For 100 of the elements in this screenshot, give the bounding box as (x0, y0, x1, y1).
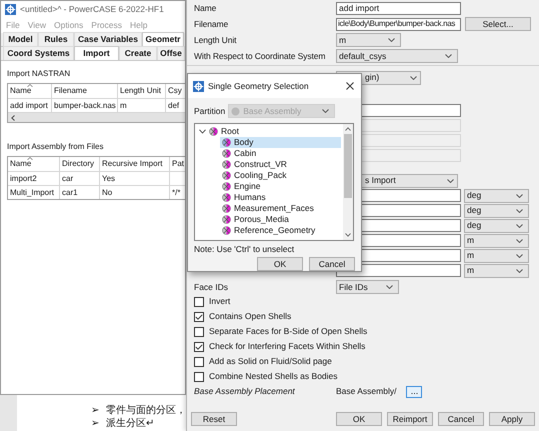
chevron-down-icon (516, 238, 523, 242)
window-title: <untitled>^ - PowerCASE 6-2022-HF1 (20, 2, 164, 16)
chevron-down-icon (516, 194, 523, 198)
dropdown[interactable]: deg (464, 204, 529, 218)
geometry-node-icon (222, 138, 231, 147)
button[interactable]: Apply (489, 412, 535, 426)
geometry-node-icon (222, 160, 231, 169)
tab[interactable]: Import (74, 46, 119, 60)
bullet-marker: ➢ (91, 404, 99, 418)
dialog-title: Single Geometry Selection (208, 80, 309, 92)
checkbox[interactable] (194, 312, 204, 322)
dropdown[interactable]: default_csys (336, 49, 458, 63)
table-cell: import2 (8, 172, 60, 185)
column-header[interactable]: Recursive Import (100, 157, 170, 171)
disc-icon (231, 106, 240, 116)
tree-item[interactable]: Porous_Media (220, 214, 341, 225)
geometry-node-icon (222, 171, 231, 180)
button[interactable]: Reset (191, 412, 237, 426)
button[interactable]: Reimport (387, 412, 433, 426)
document-margin (0, 395, 17, 431)
dropdown[interactable]: m (336, 33, 401, 47)
dropdown[interactable]: deg (464, 188, 529, 202)
checkmark-icon (195, 314, 203, 320)
input-field[interactable]: add import (336, 2, 461, 14)
checkmark-icon (195, 344, 203, 350)
table-cell: car1 (60, 186, 100, 199)
chevron-down-icon (322, 109, 330, 113)
checkbox-label: Invert (209, 295, 230, 308)
browse-button[interactable]: ... (406, 386, 422, 398)
button[interactable]: Cancel (309, 257, 355, 271)
sort-caret-icon (27, 84, 33, 87)
geometry-node-icon (222, 182, 231, 191)
checkbox[interactable] (194, 296, 204, 306)
vertical-scrollbar[interactable] (343, 124, 353, 240)
field-label: Partition (194, 104, 226, 118)
tree-item[interactable]: Cabin (220, 148, 341, 159)
tab[interactable]: Geometr (142, 32, 184, 46)
note-text: Note: Use 'Ctrl' to unselect (193, 243, 296, 255)
dropdown[interactable]: m (464, 248, 529, 262)
column-header[interactable]: Directory (60, 157, 100, 171)
input-field[interactable]: icle\Body\Bumper\bumper-back.nas (336, 18, 461, 30)
chevron-down-icon (516, 224, 523, 228)
bullet-marker: ➢ (91, 416, 99, 430)
chevron-down-icon (516, 268, 523, 272)
checkbox-label: Check for Interfering Facets Within Shells (209, 340, 366, 353)
scrollbar-thumb[interactable] (344, 134, 352, 198)
app-icon (5, 4, 16, 14)
sort-caret-icon (27, 157, 33, 160)
chevron-down-icon (516, 254, 523, 258)
horizontal-scrollbar[interactable] (8, 112, 185, 122)
button[interactable]: OK (336, 412, 382, 426)
checkbox-label: Combine Nested Shells as Bodies (209, 370, 338, 383)
tab[interactable]: Offse (157, 46, 185, 60)
column-header[interactable]: Name (8, 157, 60, 171)
dropdown[interactable]: File IDs (336, 280, 399, 294)
geometry-node-icon (222, 149, 231, 158)
chevron-down-icon (388, 38, 395, 42)
checkbox[interactable] (194, 356, 204, 366)
checkbox[interactable] (194, 342, 204, 352)
checkbox[interactable] (194, 372, 204, 382)
table-cell: Yes (100, 172, 170, 185)
geometry-node-icon (222, 204, 231, 213)
chevron-down-icon (445, 54, 452, 58)
tree-item[interactable]: Construct_VR (220, 159, 341, 170)
dropdown[interactable]: m (464, 234, 529, 248)
column-header[interactable]: Length Unit (118, 84, 166, 98)
checkbox-label: Contains Open Shells (209, 310, 292, 323)
tab[interactable]: Rules (38, 32, 74, 46)
app-icon (193, 80, 204, 92)
geometry-node-icon (222, 215, 231, 224)
tree-item[interactable]: Humans (220, 192, 341, 203)
table-cell: Multi_Import (8, 186, 60, 199)
column-header[interactable]: Name (8, 84, 52, 98)
tree-item[interactable]: Reference_Geometry (220, 225, 341, 236)
field-value: Base Assembly/ (336, 385, 396, 398)
tab[interactable]: Model (3, 32, 38, 46)
tab[interactable]: Create (119, 46, 157, 60)
tab[interactable]: Case Variables (74, 32, 142, 46)
dropdown[interactable]: deg (464, 218, 529, 232)
tree-item[interactable]: Body (220, 137, 341, 148)
scroll-left-icon (11, 114, 15, 120)
button[interactable]: Select... (465, 17, 531, 31)
chevron-down-icon (447, 178, 454, 182)
geometry-node-icon (209, 127, 218, 136)
checkbox[interactable] (194, 326, 204, 336)
column-header[interactable]: Filename (52, 84, 118, 98)
chevron-down-icon (386, 285, 393, 289)
geometry-node-icon (222, 193, 231, 202)
section-heading: Import Assembly from Files (7, 141, 104, 153)
button[interactable]: OK (257, 257, 303, 271)
tab[interactable]: Coord Systems (3, 46, 74, 60)
section-heading: Import NASTRAN (7, 68, 72, 80)
checkbox-label: Add as Solid on Fluid/Solid page (209, 355, 332, 368)
dropdown[interactable]: m (464, 264, 529, 278)
tree-item[interactable]: Measurement_Faces (220, 203, 341, 214)
close-icon (346, 82, 354, 90)
scroll-up-icon (345, 127, 351, 131)
tree-item[interactable]: Root (195, 126, 343, 137)
scroll-down-icon (345, 233, 351, 237)
button[interactable]: Cancel (438, 412, 484, 426)
